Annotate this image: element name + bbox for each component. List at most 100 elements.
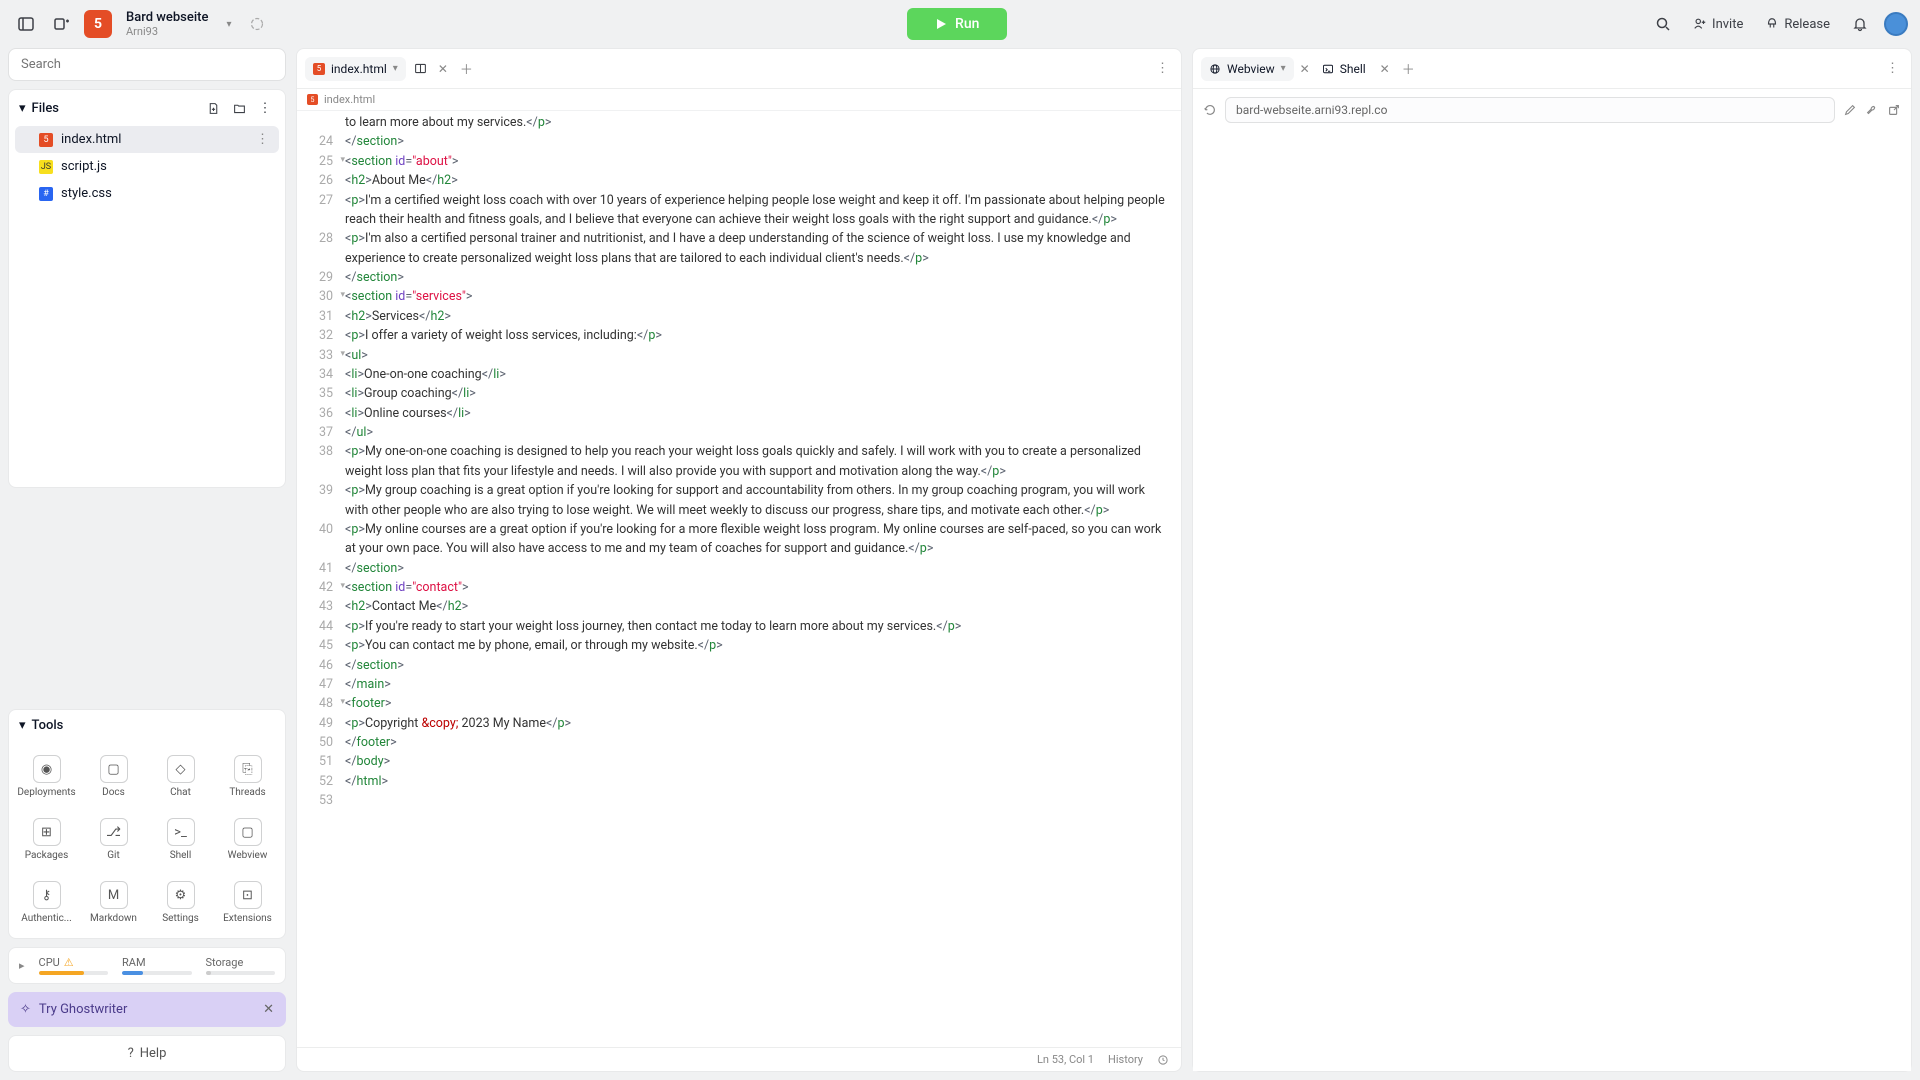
code-line[interactable]: 33▾<ul> (297, 346, 1181, 365)
close-icon[interactable]: ✕ (263, 1002, 274, 1017)
code-line[interactable]: 44<p>If you're ready to start your weigh… (297, 617, 1181, 636)
code-line[interactable]: 39<p>My group coaching is a great option… (297, 481, 1181, 520)
code-line[interactable]: 38<p>My one-on-one coaching is designed … (297, 442, 1181, 481)
sidebar-search[interactable] (8, 48, 286, 81)
url-input-wrap[interactable] (1225, 97, 1835, 123)
app-header: 5 Bard webseite Arni93 ▾ Run Invite Rele… (0, 0, 1920, 48)
code-line[interactable]: 37</ul> (297, 423, 1181, 442)
help-button[interactable]: ? Help (8, 1035, 286, 1072)
tool-deployments[interactable]: ◉Deployments (15, 747, 78, 806)
code-line[interactable]: 43<h2>Contact Me</h2> (297, 597, 1181, 616)
tab-webview[interactable]: Webview ▾ (1201, 57, 1294, 81)
code-line[interactable]: 28<p>I'm also a certified personal train… (297, 229, 1181, 268)
code-line[interactable]: 52</html> (297, 772, 1181, 791)
tools-header[interactable]: ▾ Tools (9, 710, 285, 741)
tool-settings[interactable]: ⚙Settings (149, 873, 212, 932)
code-line[interactable]: 36<li>Online courses</li> (297, 404, 1181, 423)
split-pane-icon[interactable] (410, 58, 432, 80)
code-line[interactable]: 53 (297, 791, 1181, 810)
invite-button[interactable]: Invite (1687, 13, 1749, 36)
add-tab-icon[interactable]: ＋ (1394, 55, 1423, 82)
code-editor[interactable]: to learn more about my services.</p>24</… (297, 111, 1181, 1047)
new-folder-icon[interactable] (229, 98, 249, 118)
history-button[interactable]: History (1108, 1053, 1143, 1066)
run-button[interactable]: Run (907, 8, 1007, 40)
tool-threads[interactable]: ⎘Threads (216, 747, 279, 806)
sidebar-toggle-icon[interactable] (12, 10, 40, 38)
close-tab-icon[interactable]: ✕ (438, 62, 448, 76)
add-tab-icon[interactable]: ＋ (452, 55, 481, 82)
tool-chat[interactable]: ◇Chat (149, 747, 212, 806)
tool-webview[interactable]: ▢Webview (216, 810, 279, 869)
tool-extensions[interactable]: ⊡Extensions (216, 873, 279, 932)
editor-menu-icon[interactable]: ⋮ (1152, 57, 1173, 80)
code-line[interactable]: 50</footer> (297, 733, 1181, 752)
chevron-down-icon[interactable]: ▾ (226, 19, 231, 30)
notifications-icon[interactable] (1846, 10, 1874, 38)
code-line[interactable]: 51</body> (297, 752, 1181, 771)
terminal-icon (1322, 63, 1334, 75)
files-header[interactable]: ▾ Files ⋮ (9, 90, 285, 126)
devtools-icon[interactable] (1865, 103, 1879, 117)
tool-packages[interactable]: ⊞Packages (15, 810, 78, 869)
chevron-down-icon[interactable]: ▾ (393, 63, 398, 74)
search-icon[interactable] (1649, 10, 1677, 38)
tab-shell[interactable]: Shell (1314, 57, 1374, 81)
history-icon[interactable] (1157, 1054, 1169, 1066)
ghostwriter-banner[interactable]: ✧ Try Ghostwriter ✕ (8, 992, 286, 1027)
webview-menu-icon[interactable]: ⋮ (1882, 57, 1903, 80)
tool-docs[interactable]: ▢Docs (82, 747, 145, 806)
header-left: 5 Bard webseite Arni93 ▾ (12, 10, 265, 38)
editor-tab-indexhtml[interactable]: 5 index.html ▾ (305, 57, 406, 81)
code-line[interactable]: 45<p>You can contact me by phone, email,… (297, 636, 1181, 655)
code-line[interactable]: 24</section> (297, 132, 1181, 151)
file-item-script-js[interactable]: JSscript.js (15, 153, 279, 180)
project-meta[interactable]: Bard webseite Arni93 (126, 10, 208, 38)
code-line[interactable]: 32<p>I offer a variety of weight loss se… (297, 326, 1181, 345)
breadcrumb[interactable]: 5 index.html (297, 89, 1181, 111)
code-line[interactable]: 47</main> (297, 675, 1181, 694)
code-line[interactable]: 27<p>I'm a certified weight loss coach w… (297, 191, 1181, 230)
file-menu-icon[interactable]: ⋮ (256, 132, 269, 147)
code-line[interactable]: 46</section> (297, 656, 1181, 675)
release-button[interactable]: Release (1759, 13, 1836, 36)
close-tab-icon[interactable]: ✕ (1300, 62, 1310, 76)
code-line[interactable]: 29</section> (297, 268, 1181, 287)
tool-shell[interactable]: >_Shell (149, 810, 212, 869)
code-line[interactable]: 35<li>Group coaching</li> (297, 384, 1181, 403)
code-line[interactable]: 40<p>My online courses are a great optio… (297, 520, 1181, 559)
file-item-style-css[interactable]: #style.css (15, 180, 279, 207)
code-line[interactable]: 48▾<footer> (297, 694, 1181, 713)
tool-markdown[interactable]: MMarkdown (82, 873, 145, 932)
code-line[interactable]: 30▾<section id="services"> (297, 287, 1181, 306)
code-line[interactable]: 41</section> (297, 559, 1181, 578)
tool-authentic[interactable]: ⚷Authentic... (15, 873, 78, 932)
tool-git[interactable]: ⎇Git (82, 810, 145, 869)
url-input[interactable] (1236, 103, 1824, 117)
code-line[interactable]: 42▾<section id="contact"> (297, 578, 1181, 597)
code-line[interactable]: 25▾<section id="about"> (297, 152, 1181, 171)
search-input[interactable] (21, 57, 273, 72)
file-item-index-html[interactable]: 5index.html⋮ (15, 126, 279, 153)
open-external-icon[interactable] (1887, 103, 1901, 117)
tool-icon: ⎇ (100, 818, 128, 846)
reload-icon[interactable] (1203, 103, 1217, 117)
tool-label: Webview (228, 850, 268, 861)
code-line[interactable]: 34<li>One-on-one coaching</li> (297, 365, 1181, 384)
code-line[interactable]: 31<h2>Services</h2> (297, 307, 1181, 326)
chevron-down-icon[interactable]: ▾ (1281, 63, 1286, 74)
new-file-icon[interactable] (203, 98, 223, 118)
user-avatar[interactable] (1884, 12, 1908, 36)
close-tab-icon[interactable]: ✕ (1380, 62, 1390, 76)
sparkle-icon: ✧ (20, 1002, 31, 1017)
editor-status-bar: Ln 53, Col 1 History (297, 1047, 1181, 1071)
edit-icon[interactable] (1843, 103, 1857, 117)
sync-status-icon (249, 16, 265, 32)
code-line[interactable]: 49<p>Copyright &copy; 2023 My Name</p> (297, 714, 1181, 733)
webview-content[interactable] (1193, 131, 1911, 1071)
cursor-position[interactable]: Ln 53, Col 1 (1037, 1053, 1094, 1066)
resource-bar[interactable]: ▸ CPU ⚠ RAM Storage (8, 947, 286, 984)
add-pane-icon[interactable] (48, 10, 76, 38)
code-line[interactable]: 26<h2>About Me</h2> (297, 171, 1181, 190)
files-menu-icon[interactable]: ⋮ (255, 98, 275, 118)
